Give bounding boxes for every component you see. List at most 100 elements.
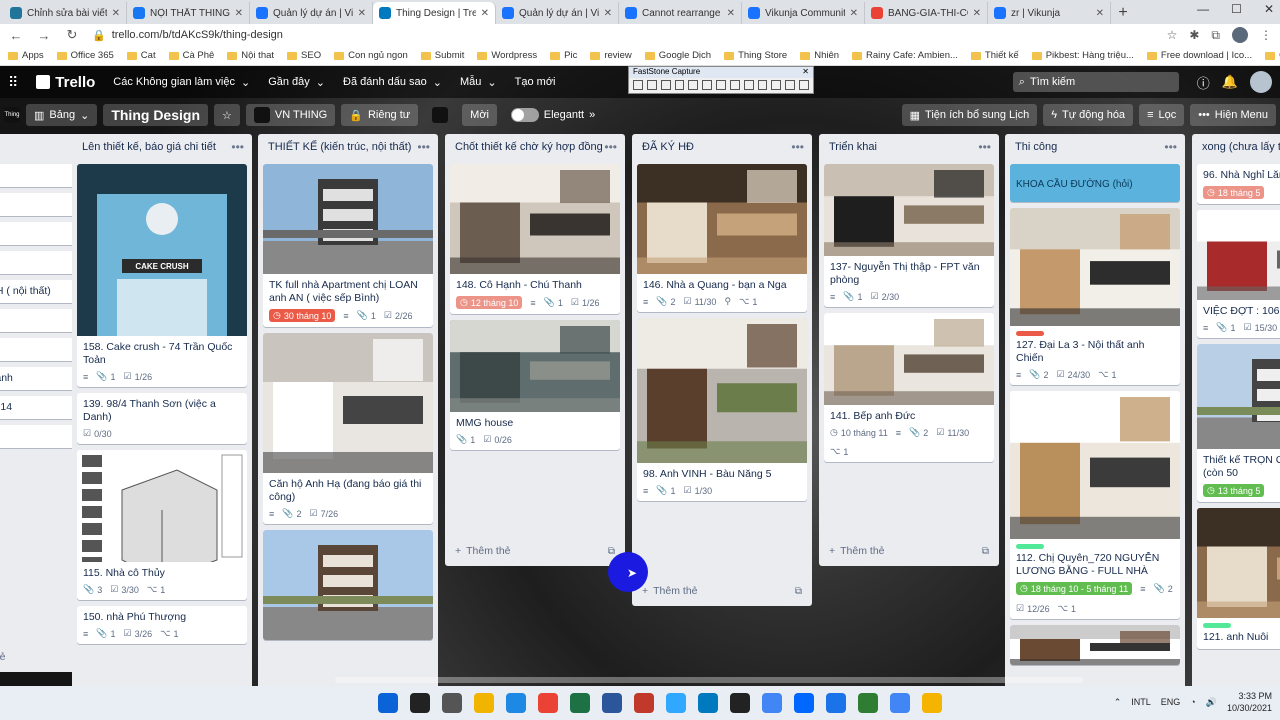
list-menu-icon[interactable]: ••• <box>231 140 244 162</box>
due-date-badge[interactable]: ◷ 13 tháng 5 <box>1203 484 1265 497</box>
capture-tool-icon[interactable] <box>743 80 754 90</box>
list-title[interactable]: Chốt thiết kế chờ ký hợp đồng <box>455 140 603 162</box>
windows-start-icon[interactable] <box>378 693 398 713</box>
bookmark-item[interactable]: Apps <box>8 50 44 61</box>
card[interactable]: 127. Đại La 3 - Nội thất anh Chiến ≡ 📎 2 ☑ 24… <box>1010 208 1180 385</box>
excel-icon[interactable] <box>570 693 590 713</box>
add-card-button[interactable]: +Thêm thẻ <box>829 545 885 557</box>
browser-tab[interactable]: Quản lý dự án | Vikunja ✕ <box>250 2 373 24</box>
volume-icon[interactable]: 🔊 <box>1206 697 1217 708</box>
powerups-button[interactable]: ▦ Tiện ích bổ sung Lịch <box>901 104 1038 126</box>
tab-close-icon[interactable]: ✕ <box>604 8 612 19</box>
card[interactable]: KHOA CẦU ĐƯỜNG (hỏi) <box>1010 164 1180 202</box>
bookmark-item[interactable]: Submit <box>420 50 464 61</box>
tab-close-icon[interactable]: ✕ <box>112 8 120 19</box>
ime-indicator[interactable]: INTL <box>1131 697 1151 707</box>
browser-tab[interactable]: BANG-GIA-THI-CONG ✕ <box>865 2 988 24</box>
card[interactable]: 112. Chị Quyên_720 NGUYỄN LƯƠNG BẰNG - F… <box>1010 391 1180 619</box>
card-label[interactable] <box>1016 331 1044 336</box>
maximize-icon[interactable]: ☐ <box>1231 2 1242 16</box>
zalo-icon[interactable] <box>794 693 814 713</box>
card[interactable]: 115. Nhà cô Thủy 📎 3 ☑ 3/30 ⌥ 1 <box>77 450 247 600</box>
member-avatar[interactable] <box>424 104 456 126</box>
list-title[interactable]: THIẾT KẾ (kiến trúc, nội thất) <box>268 140 411 162</box>
due-date-badge[interactable]: ◷ 18 tháng 5 <box>1203 186 1265 199</box>
capture-tool-icon[interactable] <box>646 80 657 90</box>
tab-close-icon[interactable]: ✕ <box>973 8 981 19</box>
new-tab-button[interactable]: + <box>1111 2 1135 24</box>
due-date-badge[interactable]: ◷ 18 tháng 10 - 5 tháng 11 <box>1016 582 1133 595</box>
tab-close-icon[interactable]: ✕ <box>358 8 366 19</box>
list-header[interactable]: Lên thiết kế, báo giá chi tiết ••• <box>72 134 252 164</box>
acrobat-icon[interactable] <box>634 693 654 713</box>
browser-tab[interactable]: Chỉnh sửa bài viết ‹ Vi ✕ <box>4 2 127 24</box>
list-title[interactable]: Triển khai <box>829 140 877 162</box>
card-label[interactable] <box>1016 544 1044 549</box>
list-header[interactable]: xong (chưa lấy tiền)••• <box>1192 134 1280 164</box>
list-header[interactable]: Chốt thiết kế chờ ký hợp đồng ••• <box>445 134 625 164</box>
add-card-button[interactable]: +Thêm thẻ <box>0 651 6 663</box>
back-icon[interactable]: ← <box>8 28 24 43</box>
bookmark-item[interactable]: Cat <box>126 50 156 61</box>
nav-templates[interactable]: Mẫu ⌄ <box>460 76 497 89</box>
elegantt-toggle[interactable]: offElegantt» <box>503 104 603 126</box>
faststone-capture-toolbar[interactable]: FastStone Capture ✕ <box>628 66 814 94</box>
browser-tab[interactable]: Vikunja Community - ✕ <box>742 2 865 24</box>
photos-icon[interactable] <box>826 693 846 713</box>
automation-button[interactable]: ϟ Tự động hóa <box>1043 104 1134 126</box>
nav-recent[interactable]: Gần đây ⌄ <box>268 76 325 89</box>
reload-icon[interactable]: ↻ <box>64 27 80 43</box>
card[interactable]: 98. Anh VINH - Bàu Năng 5 ≡ 📎 1 ☑ 1/30 <box>637 318 807 501</box>
bookmark-item[interactable]: Other bookmarks <box>1265 50 1280 61</box>
app-icon[interactable] <box>506 693 526 713</box>
trello-icon[interactable] <box>698 693 718 713</box>
list-header[interactable]: Triển khai ••• <box>819 134 999 164</box>
list-menu-icon[interactable]: ••• <box>1164 140 1177 162</box>
clock[interactable]: 3:33 PM 10/30/2021 <box>1227 690 1272 714</box>
bookmark-item[interactable]: Nhiên <box>800 50 839 61</box>
file-explorer-icon[interactable] <box>474 693 494 713</box>
list-header[interactable]: THIẾT KẾ (kiến trúc, nội thất) ••• <box>258 134 438 164</box>
browser-tab[interactable]: zr | Vikunja ✕ <box>988 2 1111 24</box>
list-menu-icon[interactable]: ••• <box>791 140 804 162</box>
notion-icon[interactable] <box>730 693 750 713</box>
language-indicator[interactable]: ENG <box>1161 697 1181 707</box>
due-date-badge[interactable]: ◷ 12 tháng 10 <box>456 296 523 309</box>
star-board-button[interactable]: ☆ <box>214 104 240 126</box>
tab-close-icon[interactable]: ✕ <box>850 8 858 19</box>
card-template-icon[interactable]: ⧉ <box>608 546 615 557</box>
card[interactable]: 139. 98/4 Thanh Sơn (việc a Danh) ☑ 0/30 <box>77 393 247 444</box>
bookmark-item[interactable]: Cà Phê <box>168 50 214 61</box>
browser-tab[interactable]: Quản lý dự án | Vikunja ✕ <box>496 2 619 24</box>
wifi-icon[interactable]: ◔ <box>1190 697 1195 707</box>
minimize-icon[interactable]: — <box>1197 2 1209 16</box>
capture-tool-icon[interactable] <box>785 80 796 90</box>
capture-tool-icon[interactable] <box>716 80 726 90</box>
nav-starred[interactable]: Đã đánh dấu sao ⌄ <box>343 76 442 89</box>
chrome-icon[interactable] <box>890 693 910 713</box>
bookmark-item[interactable]: Pic <box>550 50 577 61</box>
due-date-badge[interactable]: ◷ 30 tháng 10 <box>269 309 336 322</box>
card-label[interactable] <box>1203 623 1231 628</box>
show-menu-button[interactable]: ••• Hiện Menu <box>1190 104 1276 126</box>
card[interactable]: VIỆC ĐỢT : 106 NG ≡ 📎1 ☑15/30 <box>1197 210 1280 338</box>
nav-workspaces[interactable]: Các Không gian làm việc ⌄ <box>113 76 250 89</box>
bookmark-item[interactable]: Office 365 <box>56 50 114 61</box>
card[interactable]: 150. nhà Phú Thượng ≡ 📎 1 ☑ 3/26 ⌥ 1 <box>77 606 247 644</box>
card-template-icon[interactable]: ⧉ <box>982 546 989 557</box>
card[interactable] <box>263 530 433 640</box>
notification-bell-icon[interactable]: 🔔 <box>1222 74 1238 90</box>
bookmark-item[interactable]: review <box>590 50 632 61</box>
filter-button[interactable]: ≡ Lọc <box>1139 104 1185 126</box>
capture-tool-icon[interactable] <box>674 80 685 90</box>
bookmark-item[interactable]: Google Dịch <box>644 50 711 61</box>
view-switcher-button[interactable]: ▥ Bảng ⌄ <box>26 104 98 126</box>
bookmark-item[interactable]: Rainy Cafe: Ambien... <box>852 50 958 61</box>
list-menu-icon[interactable]: ••• <box>604 140 617 162</box>
tab-close-icon[interactable]: ✕ <box>235 8 243 19</box>
list-title[interactable]: xong (chưa lấy tiền) <box>1202 140 1280 162</box>
capture-tool-icon[interactable] <box>702 80 713 90</box>
info-icon[interactable]: ⓘ <box>1197 73 1210 92</box>
card-template-icon[interactable]: ⧉ <box>795 586 802 597</box>
card[interactable]: 96. Nhà Nghỉ Lăng có làm mới) ◷18 tháng 5 <box>1197 164 1280 204</box>
